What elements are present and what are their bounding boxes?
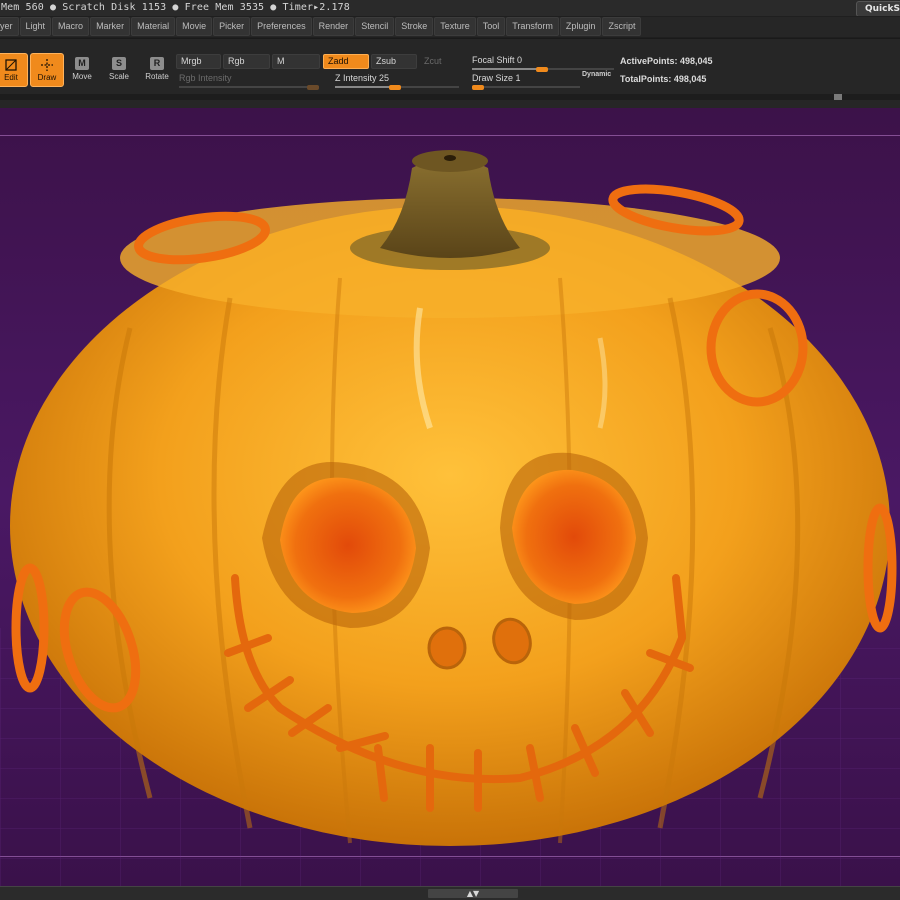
scale-icon: S (112, 57, 126, 70)
z-intensity-knob[interactable] (389, 85, 401, 90)
draw-label: Draw (37, 73, 57, 82)
menu-light[interactable]: Light (19, 17, 52, 36)
menu-picker[interactable]: Picker (213, 17, 251, 36)
draw-size-knob[interactable] (472, 85, 484, 90)
menu-preferences[interactable]: Preferences (251, 17, 312, 36)
menu-render[interactable]: Render (312, 17, 355, 36)
zsub-button[interactable]: Zsub (371, 54, 417, 69)
document-canvas[interactable] (0, 108, 900, 886)
edit-button[interactable]: Edit (0, 53, 28, 87)
active-points: ActivePoints: 498,045 (620, 56, 713, 66)
rgb-intensity-label: Rgb Intensity (179, 73, 232, 83)
quicksave-button[interactable]: QuickS (856, 1, 900, 16)
menu-material[interactable]: Material (131, 17, 176, 36)
z-intensity-slider[interactable]: Z Intensity 25 (335, 72, 459, 90)
draw-button[interactable]: Draw (30, 53, 64, 87)
move-button[interactable]: M Move (66, 57, 98, 87)
menu-macro[interactable]: Macro (52, 17, 90, 36)
z-intensity-label: Z Intensity 25 (335, 73, 390, 83)
edit-label: Edit (4, 73, 18, 82)
menu-texture[interactable]: Texture (434, 17, 476, 36)
total-points: TotalPoints: 498,045 (620, 74, 707, 84)
menu-stroke[interactable]: Stroke (395, 17, 434, 36)
rotate-icon: R (150, 57, 164, 70)
move-label: Move (72, 72, 92, 81)
draw-size-slider[interactable]: Draw Size 1 (472, 72, 580, 90)
scale-label: Scale (108, 72, 129, 81)
menu-marker[interactable]: Marker (90, 17, 131, 36)
scale-button[interactable]: S Scale (103, 57, 135, 87)
top-shelf: Edit Draw M Move S Scale R Rotate Mrgb R… (0, 38, 900, 108)
focal-shift-slider[interactable]: Focal Shift 0 (472, 54, 614, 72)
rgb-button[interactable]: Rgb (223, 54, 270, 69)
menu-tool[interactable]: Tool (476, 17, 506, 36)
tray-toggle-arrows[interactable]: ▲▼ (428, 889, 518, 898)
menu-layer[interactable]: ayer (0, 17, 19, 36)
rotate-button[interactable]: R Rotate (141, 57, 173, 87)
menu-zplugin[interactable]: Zplugin (559, 17, 602, 36)
menu-zscript[interactable]: Zscript (602, 17, 642, 36)
shelf-scrollbar[interactable] (0, 94, 900, 100)
material-button[interactable]: M (272, 54, 320, 69)
mrgb-button[interactable]: Mrgb (176, 54, 221, 69)
menu-movie[interactable]: Movie (176, 17, 213, 36)
memory-status: Mem 560 ● Scratch Disk 1153 ● Free Mem 3… (1, 2, 350, 13)
menu-transform[interactable]: Transform (506, 17, 559, 36)
edit-icon (5, 59, 17, 71)
draw-size-label: Draw Size 1 (472, 73, 521, 83)
rotate-label: Rotate (145, 72, 169, 81)
dynamic-toggle[interactable]: Dynamic (582, 71, 611, 78)
rgb-intensity-knob[interactable] (307, 85, 319, 90)
menu-stencil[interactable]: Stencil (355, 17, 395, 36)
zcut-button[interactable]: Zcut (419, 54, 459, 69)
pumpkin-model[interactable] (0, 108, 900, 886)
status-bar: Mem 560 ● Scratch Disk 1153 ● Free Mem 3… (0, 0, 900, 16)
focal-shift-label: Focal Shift 0 (472, 55, 523, 65)
zadd-button[interactable]: Zadd (323, 54, 369, 69)
menu-bar: ayer Light Macro Marker Material Movie P… (0, 17, 900, 37)
draw-icon (41, 59, 53, 71)
bottom-bar: ▲▼ (0, 886, 900, 900)
move-icon: M (75, 57, 89, 70)
shelf-scroll-thumb[interactable] (834, 94, 842, 100)
rgb-intensity-slider[interactable]: Rgb Intensity (179, 72, 319, 90)
